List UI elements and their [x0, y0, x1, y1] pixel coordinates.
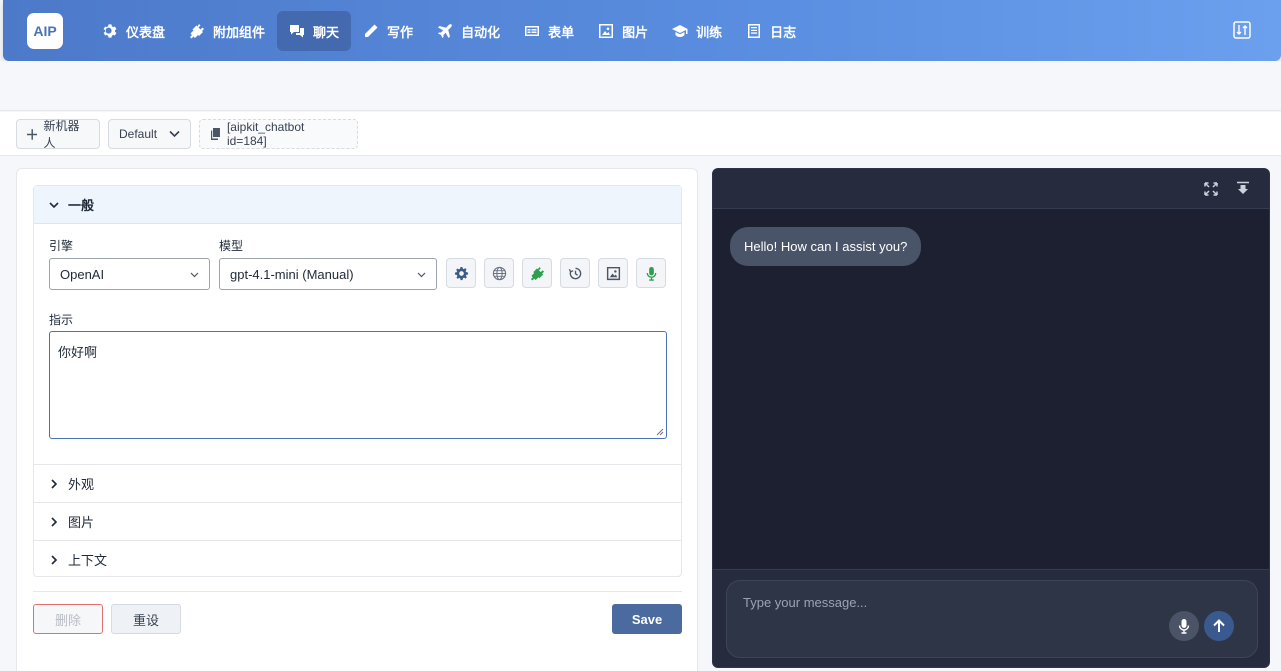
engine-select[interactable]: OpenAI	[49, 258, 210, 290]
nav-label: 训练	[696, 24, 723, 40]
nav-label: 图片	[622, 24, 649, 40]
download-icon[interactable]	[1235, 181, 1251, 197]
bot-select-value: Default	[119, 127, 158, 141]
gear-icon	[454, 266, 468, 280]
history-icon	[568, 267, 581, 279]
nav-label: 自动化	[461, 24, 501, 40]
chevron-right-icon	[51, 478, 58, 489]
section-title: 图片	[68, 515, 95, 530]
reset-button[interactable]: 重设	[111, 604, 181, 634]
chat-mic-button[interactable]	[1169, 611, 1199, 641]
actions-divider	[33, 591, 682, 592]
log-icon	[748, 24, 761, 38]
chat-send-button[interactable]	[1204, 611, 1234, 641]
plug-icon	[530, 266, 544, 281]
fullscreen-icon[interactable]	[1203, 181, 1219, 197]
save-button[interactable]: Save	[612, 604, 682, 634]
bot-message: Hello! How can I assist you?	[730, 227, 922, 266]
new-bot-button[interactable]: 新机器人	[16, 119, 100, 150]
chevron-down-icon	[190, 272, 199, 277]
history-button[interactable]	[560, 258, 590, 288]
new-bot-label: 新机器人	[43, 119, 80, 150]
app-logo[interactable]: AIP	[27, 13, 63, 49]
nav-item-training[interactable]: 训练	[660, 11, 734, 51]
top-nav: AIP 仪表盘 附加组件 聊天 写作 自动化 表单 图片 训练 日志	[3, 0, 1281, 61]
nav-item-images[interactable]: 图片	[586, 11, 660, 51]
plus-icon	[27, 128, 38, 140]
plane-icon	[438, 24, 452, 38]
chevron-down-icon	[417, 272, 426, 277]
nav-item-logs[interactable]: 日志	[734, 11, 808, 51]
section-images-header[interactable]: 图片	[34, 502, 681, 540]
bot-select[interactable]: Default	[108, 119, 191, 149]
model-select-value: gpt-4.1-mini (Manual)	[230, 266, 354, 282]
pencil-icon	[365, 24, 378, 37]
plugin-button[interactable]	[522, 258, 552, 288]
voice-button[interactable]	[636, 258, 666, 288]
nav-label: 日志	[770, 24, 797, 40]
nav-label: 仪表盘	[126, 24, 166, 40]
nav-item-addons[interactable]: 附加组件	[177, 11, 277, 51]
chevron-right-icon	[51, 516, 58, 527]
plug-icon	[190, 24, 205, 39]
globe-icon	[492, 266, 506, 280]
nav-item-writing[interactable]: 写作	[351, 11, 425, 51]
chat-preview: Hello! How can I assist you? Type your m…	[712, 168, 1270, 668]
instructions-label: 指示	[49, 313, 74, 327]
instructions-value: 你好啊	[58, 345, 98, 360]
page-subheader	[0, 61, 1281, 111]
sort-icon[interactable]	[1233, 21, 1251, 39]
section-general-title: 一般	[68, 198, 95, 213]
model-settings-button[interactable]	[446, 258, 476, 288]
chevron-right-icon	[51, 554, 58, 565]
section-title: 外观	[68, 477, 95, 492]
section-appearance-header[interactable]: 外观	[34, 464, 681, 502]
arrow-up-icon	[1213, 619, 1225, 632]
instructions-textarea[interactable]: 你好啊	[49, 331, 667, 439]
nav-item-chat[interactable]: 聊天	[277, 11, 352, 51]
delete-button[interactable]: 删除	[33, 604, 103, 634]
microphone-icon	[1178, 619, 1190, 634]
model-select[interactable]: gpt-4.1-mini (Manual)	[219, 258, 437, 290]
nav-item-dashboard[interactable]: 仪表盘	[90, 11, 177, 51]
bot-settings-panel: 一般 引擎 OpenAI 模型 gpt-4.1-mini (Manual) 指示…	[16, 168, 698, 671]
chevron-down-icon	[169, 130, 180, 138]
copy-icon	[210, 128, 220, 140]
shortcode-copy-button[interactable]: [aipkit_chatbot id=184]	[199, 119, 358, 149]
nav-item-automation[interactable]: 自动化	[425, 11, 512, 51]
nav-label: 附加组件	[213, 24, 266, 40]
chat-icon	[290, 25, 305, 38]
graduation-cap-icon	[672, 25, 688, 37]
form-icon	[525, 26, 540, 36]
section-general-header[interactable]: 一般	[34, 186, 681, 224]
image-upload-button[interactable]	[598, 258, 628, 288]
chat-header	[713, 169, 1269, 209]
section-context-header[interactable]: 上下文	[34, 540, 681, 578]
gear-icon	[103, 24, 117, 38]
resize-handle-icon[interactable]	[656, 428, 664, 436]
shortcode-text: [aipkit_chatbot id=184]	[226, 120, 305, 148]
nav-item-forms[interactable]: 表单	[512, 11, 586, 51]
chat-footer: Type your message...	[713, 569, 1269, 667]
section-title: 上下文	[68, 553, 108, 568]
nav-label: 表单	[548, 24, 575, 40]
microphone-icon	[646, 266, 656, 281]
image-icon	[599, 24, 614, 38]
chevron-down-icon	[49, 201, 59, 208]
web-search-button[interactable]	[484, 258, 514, 288]
engine-label: 引擎	[49, 239, 74, 253]
image-icon	[606, 266, 620, 280]
settings-accordion: 一般 引擎 OpenAI 模型 gpt-4.1-mini (Manual) 指示…	[33, 185, 682, 577]
engine-select-value: OpenAI	[60, 266, 105, 282]
bot-toolbar: 新机器人 Default [aipkit_chatbot id=184]	[0, 112, 1281, 156]
nav-label: 写作	[387, 24, 414, 40]
nav-label: 聊天	[313, 24, 340, 40]
model-label: 模型	[219, 239, 244, 253]
nav-menu: 仪表盘 附加组件 聊天 写作 自动化 表单 图片 训练 日志	[90, 11, 808, 51]
